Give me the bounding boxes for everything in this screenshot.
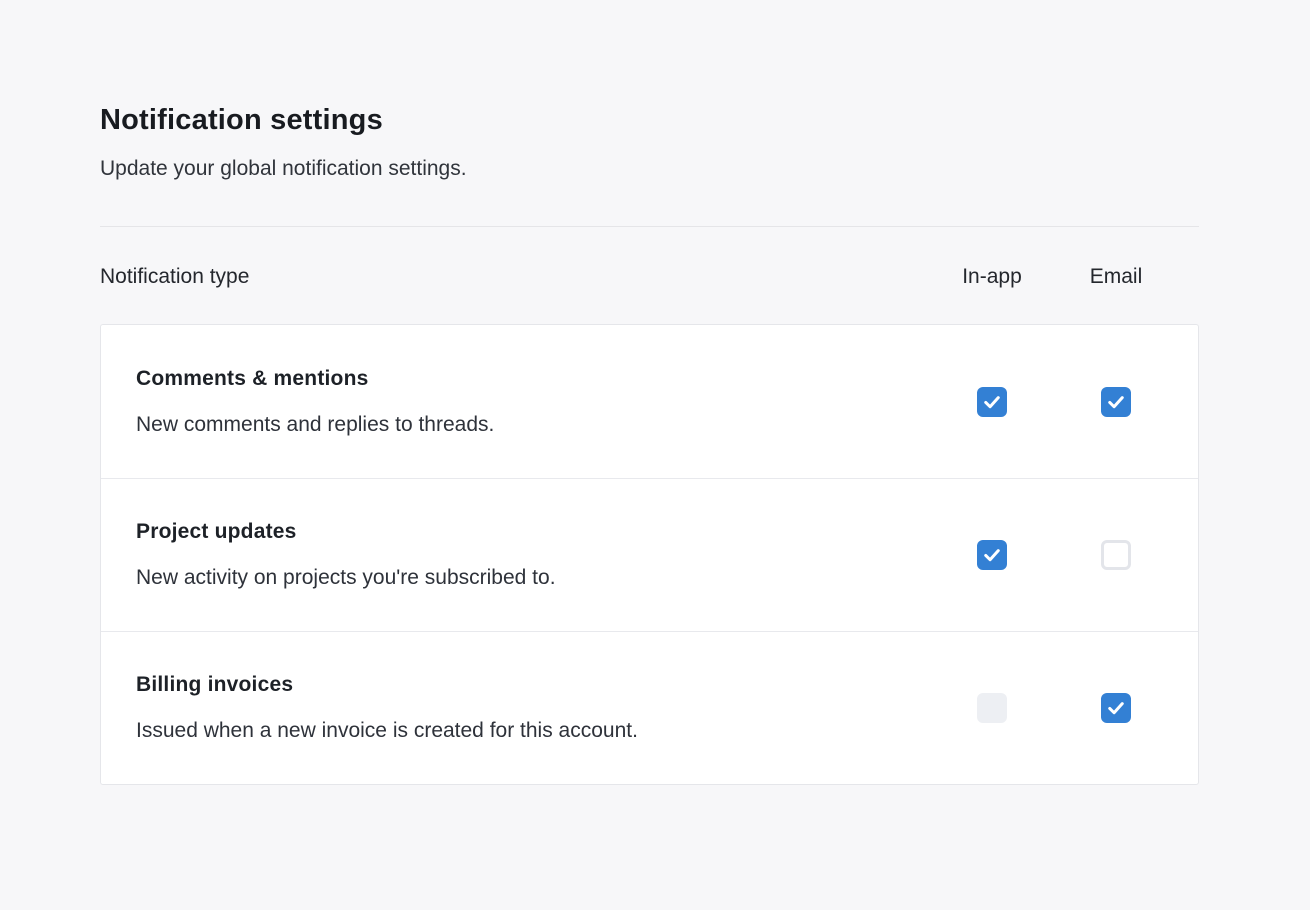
billing-email-checkbox[interactable] <box>1101 693 1131 723</box>
row-description: New comments and replies to threads. <box>136 411 910 439</box>
billing-inapp-checkbox-disabled <box>977 693 1007 723</box>
inapp-cell <box>930 693 1054 723</box>
checkmark-icon <box>1106 698 1126 718</box>
page-title: Notification settings <box>100 102 1199 138</box>
checkmark-icon <box>1106 392 1126 412</box>
notification-settings-page: Notification settings Update your global… <box>100 0 1199 785</box>
row-description: Issued when a new invoice is created for… <box>136 717 910 745</box>
email-cell <box>1054 693 1178 723</box>
row-text: Project updates New activity on projects… <box>136 518 930 592</box>
page-subtitle: Update your global notification settings… <box>100 154 1199 184</box>
notification-settings-card: Comments & mentions New comments and rep… <box>100 324 1199 785</box>
table-row-comments-mentions: Comments & mentions New comments and rep… <box>101 325 1198 478</box>
email-cell <box>1054 387 1178 417</box>
checkmark-icon <box>982 545 1002 565</box>
row-text: Billing invoices Issued when a new invoi… <box>136 671 930 745</box>
table-row-billing-invoices: Billing invoices Issued when a new invoi… <box>101 631 1198 784</box>
row-title: Billing invoices <box>136 671 910 699</box>
email-cell <box>1054 540 1178 570</box>
comments-inapp-checkbox[interactable] <box>977 387 1007 417</box>
column-header-email-label: Email <box>1090 263 1143 291</box>
row-text: Comments & mentions New comments and rep… <box>136 365 930 439</box>
column-header-notification-type: Notification type <box>100 263 930 291</box>
column-header-inapp-label: In-app <box>962 263 1022 291</box>
row-title: Comments & mentions <box>136 365 910 393</box>
checkmark-icon <box>982 392 1002 412</box>
row-title: Project updates <box>136 518 910 546</box>
inapp-cell <box>930 387 1054 417</box>
comments-email-checkbox[interactable] <box>1101 387 1131 417</box>
table-header: Notification type In-app Email <box>100 263 1199 291</box>
inapp-cell <box>930 540 1054 570</box>
section-divider <box>100 226 1199 227</box>
project-inapp-checkbox[interactable] <box>977 540 1007 570</box>
row-description: New activity on projects you're subscrib… <box>136 564 910 592</box>
table-row-project-updates: Project updates New activity on projects… <box>101 478 1198 631</box>
column-header-email: Email <box>1054 263 1178 291</box>
project-email-checkbox[interactable] <box>1101 540 1131 570</box>
column-header-inapp: In-app <box>930 263 1054 291</box>
